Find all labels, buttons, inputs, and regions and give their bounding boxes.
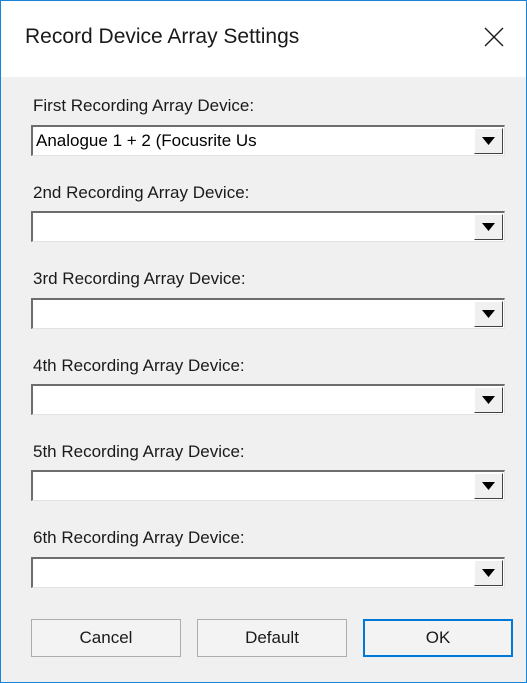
- ok-button[interactable]: OK: [363, 619, 513, 657]
- second-device-label: 2nd Recording Array Device:: [33, 183, 250, 202]
- dropdown-arrow-icon: [482, 569, 495, 577]
- second-device-select[interactable]: [31, 211, 505, 242]
- dialog-window: Record Device Array Settings First Recor…: [0, 0, 527, 683]
- title-bar: Record Device Array Settings: [1, 1, 526, 77]
- fourth-device-label: 4th Recording Array Device:: [33, 356, 245, 375]
- dropdown-arrow-icon: [482, 396, 495, 404]
- dropdown-arrow-icon: [482, 310, 495, 318]
- third-device-dropdown-button[interactable]: [474, 301, 503, 327]
- fifth-device-select[interactable]: [31, 470, 505, 501]
- dropdown-arrow-icon: [482, 137, 495, 145]
- second-device-dropdown-button[interactable]: [474, 214, 503, 240]
- fourth-device-dropdown-button[interactable]: [474, 387, 503, 413]
- sixth-device-select[interactable]: [31, 557, 505, 588]
- third-device-select[interactable]: [31, 298, 505, 329]
- sixth-device-dropdown-button[interactable]: [474, 560, 503, 586]
- close-icon: [484, 27, 504, 47]
- fourth-device-select[interactable]: [31, 384, 505, 415]
- third-device-label: 3rd Recording Array Device:: [33, 269, 246, 288]
- first-device-select[interactable]: Analogue 1 + 2 (Focusrite Us: [31, 125, 505, 156]
- fifth-device-dropdown-button[interactable]: [474, 473, 503, 499]
- sixth-device-label: 6th Recording Array Device:: [33, 528, 245, 547]
- first-device-value: Analogue 1 + 2 (Focusrite Us: [36, 131, 257, 150]
- cancel-button[interactable]: Cancel: [31, 619, 181, 657]
- close-button[interactable]: [472, 15, 516, 59]
- dropdown-arrow-icon: [482, 223, 495, 231]
- dropdown-arrow-icon: [482, 482, 495, 490]
- first-device-dropdown-button[interactable]: [474, 128, 503, 154]
- default-button[interactable]: Default: [197, 619, 347, 657]
- first-device-label: First Recording Array Device:: [33, 96, 255, 115]
- window-title: Record Device Array Settings: [25, 25, 300, 48]
- fifth-device-label: 5th Recording Array Device:: [33, 442, 245, 461]
